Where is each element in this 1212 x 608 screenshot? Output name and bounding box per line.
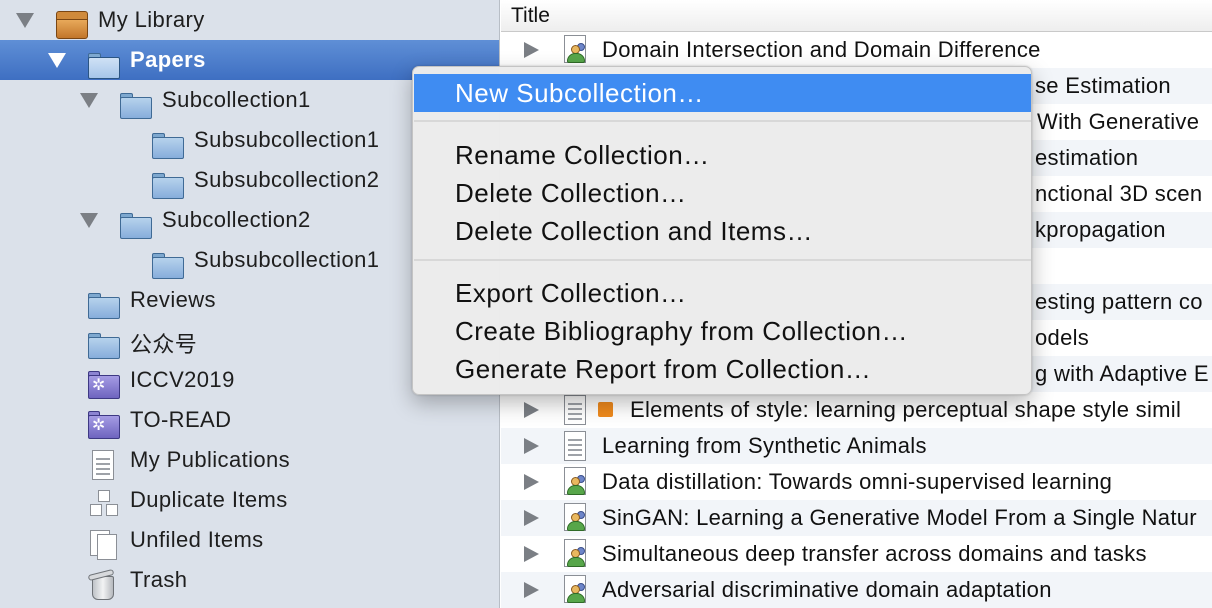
tree-label: 公众号 bbox=[130, 332, 198, 357]
disclosure-expanded-icon[interactable] bbox=[80, 213, 98, 228]
expand-arrow-icon[interactable] bbox=[524, 438, 539, 454]
item-title: odels bbox=[1035, 325, 1090, 350]
duplicates-icon bbox=[88, 490, 120, 520]
menu-item-delete-collection[interactable]: Delete Collection… bbox=[414, 174, 1031, 212]
item-row[interactable]: SinGAN: Learning a Generative Model From… bbox=[501, 500, 1212, 536]
folder-icon bbox=[152, 131, 184, 159]
tree-row-duplicate-items[interactable]: Duplicate Items bbox=[0, 480, 499, 520]
expand-arrow-icon[interactable] bbox=[524, 474, 539, 490]
expand-arrow-icon[interactable] bbox=[524, 402, 539, 418]
item-title: Learning from Synthetic Animals bbox=[602, 433, 927, 458]
item-row[interactable]: Elements of style: learning perceptual s… bbox=[501, 392, 1212, 428]
item-title: kpropagation bbox=[1035, 217, 1166, 242]
collection-context-menu: New Subcollection… Rename Collection… De… bbox=[412, 66, 1032, 395]
item-title: Elements of style: learning perceptual s… bbox=[630, 397, 1182, 422]
trash-icon bbox=[86, 568, 118, 600]
menu-item-export-collection[interactable]: Export Collection… bbox=[414, 274, 1031, 312]
menu-item-rename-collection[interactable]: Rename Collection… bbox=[414, 136, 1031, 174]
item-row[interactable]: Domain Intersection and Domain Differenc… bbox=[501, 32, 1212, 68]
library-icon bbox=[56, 11, 88, 39]
item-title: se Estimation bbox=[1035, 73, 1171, 98]
document-icon bbox=[90, 450, 116, 480]
menu-item-create-bibliography[interactable]: Create Bibliography from Collection… bbox=[414, 312, 1031, 350]
expand-arrow-icon[interactable] bbox=[524, 546, 539, 562]
tree-label: My Publications bbox=[130, 447, 291, 472]
folder-icon bbox=[152, 171, 184, 199]
menu-item-new-subcollection[interactable]: New Subcollection… bbox=[414, 74, 1031, 112]
tree-label: Subcollection1 bbox=[162, 87, 311, 112]
item-row[interactable]: Data distillation: Towards omni-supervis… bbox=[501, 464, 1212, 500]
folder-icon bbox=[152, 251, 184, 279]
expand-arrow-icon[interactable] bbox=[524, 582, 539, 598]
item-title: SinGAN: Learning a Generative Model From… bbox=[602, 505, 1197, 530]
tree-label: Subsubcollection1 bbox=[194, 127, 380, 152]
saved-search-icon: ✲ bbox=[88, 411, 120, 439]
folder-icon bbox=[88, 291, 120, 319]
item-title: With Generative bbox=[1037, 109, 1200, 134]
disclosure-expanded-icon[interactable] bbox=[48, 53, 66, 68]
tree-label: Papers bbox=[130, 47, 206, 72]
item-title: nctional 3D scen bbox=[1035, 181, 1203, 206]
tree-label: TO-READ bbox=[130, 407, 232, 432]
document-icon bbox=[562, 431, 590, 461]
disclosure-expanded-icon[interactable] bbox=[16, 13, 34, 28]
folder-icon bbox=[120, 211, 152, 239]
tree-label: Duplicate Items bbox=[130, 487, 288, 512]
item-row[interactable]: Simultaneous deep transfer across domain… bbox=[501, 536, 1212, 572]
disclosure-expanded-icon[interactable] bbox=[80, 93, 98, 108]
item-row[interactable]: Adversarial discriminative domain adapta… bbox=[501, 572, 1212, 608]
unfiled-items-icon bbox=[88, 530, 120, 560]
item-title: Domain Intersection and Domain Differenc… bbox=[602, 37, 1041, 62]
document-icon bbox=[562, 395, 590, 425]
item-title: Data distillation: Towards omni-supervis… bbox=[602, 469, 1113, 494]
menu-separator bbox=[414, 259, 1031, 261]
tree-label: Subsubcollection2 bbox=[194, 167, 380, 192]
item-title: esting pattern co bbox=[1035, 289, 1203, 314]
item-title: g with Adaptive E bbox=[1035, 361, 1209, 386]
tree-label: My Library bbox=[98, 7, 205, 32]
folder-icon bbox=[88, 51, 120, 79]
tree-row-to-read[interactable]: ✲ TO-READ bbox=[0, 400, 499, 440]
saved-search-icon: ✲ bbox=[88, 371, 120, 399]
menu-separator bbox=[414, 120, 1031, 122]
tree-label: Unfiled Items bbox=[130, 527, 264, 552]
expand-arrow-icon[interactable] bbox=[524, 510, 539, 526]
menu-item-delete-collection-and-items[interactable]: Delete Collection and Items… bbox=[414, 212, 1031, 250]
folder-icon bbox=[88, 331, 120, 359]
tree-row-my-library[interactable]: My Library bbox=[0, 0, 499, 40]
tree-row-my-publications[interactable]: My Publications bbox=[0, 440, 499, 480]
column-header-title[interactable]: Title bbox=[501, 0, 1212, 32]
tree-row-unfiled-items[interactable]: Unfiled Items bbox=[0, 520, 499, 560]
item-row[interactable]: Learning from Synthetic Animals bbox=[501, 428, 1212, 464]
tree-label: Trash bbox=[130, 567, 188, 592]
folder-icon bbox=[120, 91, 152, 119]
item-title: estimation bbox=[1035, 145, 1139, 170]
tree-label: Reviews bbox=[130, 287, 216, 312]
expand-arrow-icon[interactable] bbox=[524, 42, 539, 58]
item-title: Simultaneous deep transfer across domain… bbox=[602, 541, 1147, 566]
tree-label: Subcollection2 bbox=[162, 207, 311, 232]
menu-item-generate-report[interactable]: Generate Report from Collection… bbox=[414, 350, 1031, 388]
tree-label: ICCV2019 bbox=[130, 367, 235, 392]
item-title: Adversarial discriminative domain adapta… bbox=[602, 577, 1052, 602]
tree-row-trash[interactable]: Trash bbox=[0, 560, 499, 600]
colored-tag-icon bbox=[598, 402, 613, 417]
tree-label: Subsubcollection1 bbox=[194, 247, 380, 272]
